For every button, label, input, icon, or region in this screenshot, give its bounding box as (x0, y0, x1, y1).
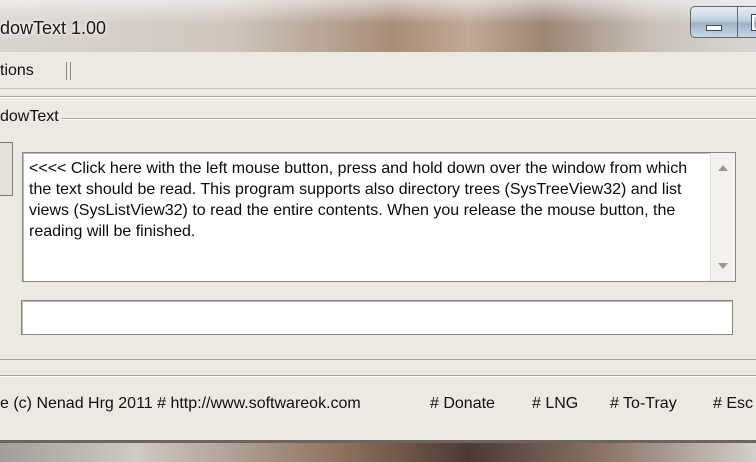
window-body: tions dowText <<<< Click here with the l… (0, 52, 756, 442)
title-bar[interactable]: dowText 1.00 (0, 0, 756, 52)
copyright-link[interactable]: e (c) Nenad Hrg 2011 # http://www.softwa… (0, 395, 361, 413)
menu-divider (0, 96, 756, 98)
window-picker-handle[interactable] (0, 142, 13, 196)
menu-item-options[interactable]: tions (0, 62, 34, 80)
scroll-down-icon[interactable] (718, 263, 728, 269)
donate-link[interactable]: # Donate (430, 395, 495, 413)
menu-separator (66, 62, 71, 80)
language-link[interactable]: # LNG (532, 395, 578, 413)
window-info-field[interactable] (21, 300, 733, 335)
vertical-scrollbar[interactable] (710, 153, 735, 281)
instructions-text: <<<< Click here with the left mouse butt… (29, 160, 688, 240)
text-output-area[interactable]: <<<< Click here with the left mouse butt… (22, 152, 736, 282)
window-title: dowText 1.00 (0, 18, 107, 38)
scroll-up-icon[interactable] (718, 165, 728, 171)
menu-bar: tions (0, 52, 756, 89)
esc-link[interactable]: # Esc (713, 395, 753, 413)
group-box-label: dowText (0, 108, 62, 126)
footer-bar: e (c) Nenad Hrg 2011 # http://www.softwa… (0, 395, 756, 421)
window-bottom-edge (0, 440, 756, 462)
maximize-icon[interactable] (737, 6, 756, 38)
minimize-icon[interactable] (690, 6, 738, 38)
to-tray-link[interactable]: # To-Tray (610, 395, 677, 413)
footer-divider (0, 375, 756, 377)
caption-buttons (690, 6, 756, 40)
